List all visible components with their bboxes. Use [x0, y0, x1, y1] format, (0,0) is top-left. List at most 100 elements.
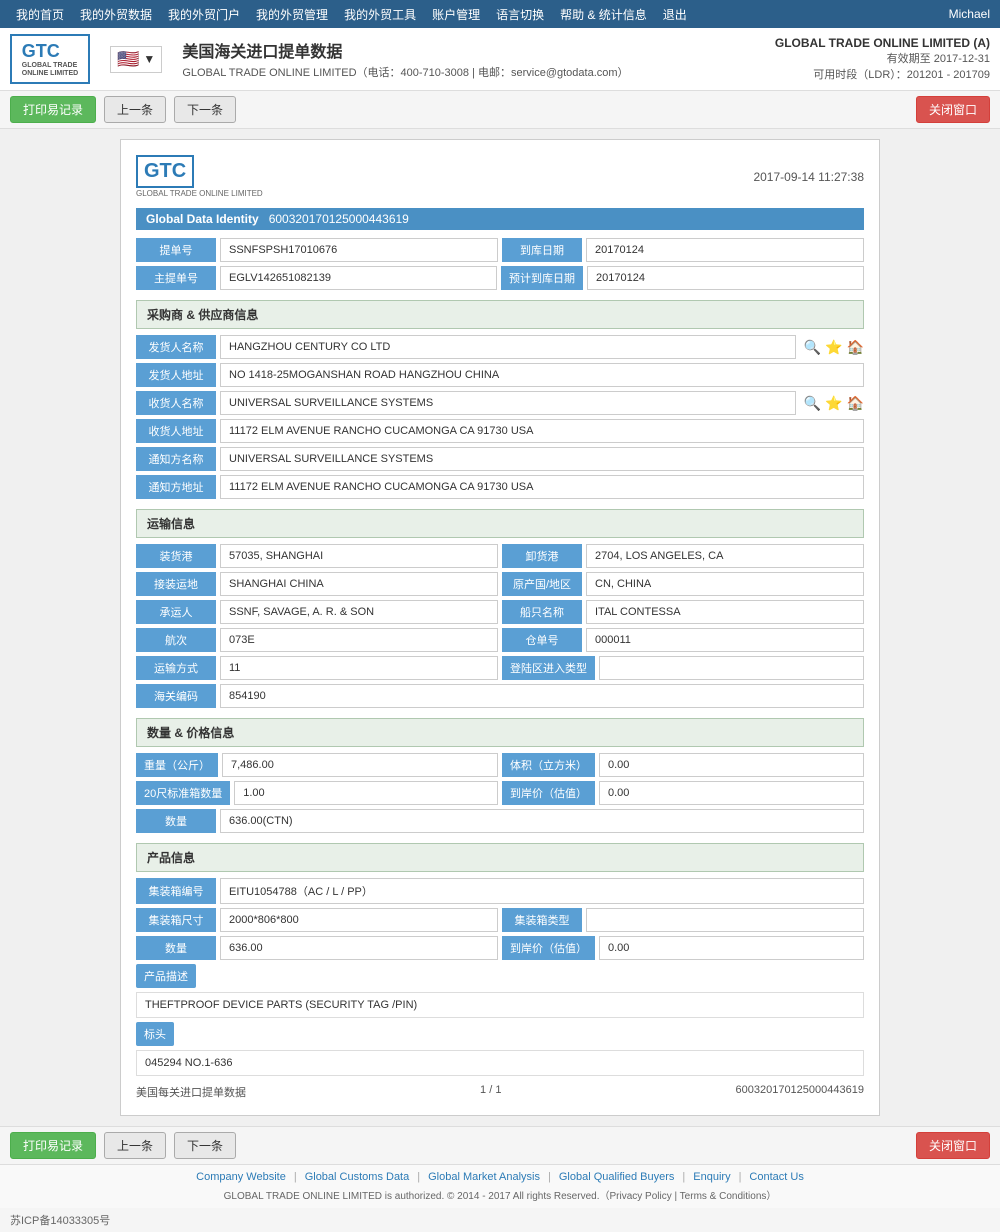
container-size-value: 2000*806*800: [220, 908, 498, 932]
nav-account[interactable]: 账户管理: [426, 2, 486, 27]
product-price-col: 到岸价（估值） 0.00: [502, 936, 864, 960]
gdi-label: Global Data Identity: [146, 212, 259, 226]
qp-row-1: 重量（公斤） 7,486.00 体积（立方米） 0.00: [136, 753, 864, 777]
loading-port-col: 装货港 57035, SHANGHAI: [136, 544, 498, 568]
company-name: GLOBAL TRADE ONLINE LIMITED (A): [775, 36, 990, 50]
close-button-bottom[interactable]: 关闭窗口: [916, 1132, 990, 1159]
warehouse-value: 000011: [586, 628, 864, 652]
transport-section-header: 运输信息: [136, 509, 864, 538]
star-icon[interactable]: ⭐: [825, 339, 842, 356]
shipper-name-value: HANGZHOU CENTURY CO LTD: [220, 335, 796, 359]
marks-label-row: 标头: [136, 1022, 864, 1046]
icp-info: 苏ICP备14033305号: [0, 1208, 1000, 1232]
nav-logout[interactable]: 退出: [657, 2, 693, 27]
customs-code-row: 海关编码 854190: [136, 684, 864, 708]
expiry-info: 有效期至 2017-12-31: [775, 50, 990, 66]
footer-copyright: GLOBAL TRADE ONLINE LIMITED is authorize…: [10, 1187, 990, 1202]
top-toolbar: 打印易记录 上一条 下一条 关闭窗口: [0, 91, 1000, 129]
dropdown-arrow-icon: ▼: [143, 52, 155, 66]
top-navigation: 我的首页 我的外贸数据 我的外贸门户 我的外贸管理 我的外贸工具 账户管理 语言…: [0, 0, 1000, 28]
nav-trade-portal[interactable]: 我的外贸门户: [162, 2, 246, 27]
next-button[interactable]: 下一条: [174, 96, 236, 123]
nav-trade-data[interactable]: 我的外贸数据: [74, 2, 158, 27]
origin-country-label: 原产国/地区: [502, 572, 582, 596]
company-logo: GTC GLOBAL TRADEONLINE LIMITED: [10, 34, 90, 84]
doc-logo-sub: GLOBAL TRADE ONLINE LIMITED: [136, 189, 263, 198]
footer-global-customs[interactable]: Global Customs Data: [305, 1171, 410, 1183]
quantity-label: 数量: [136, 809, 216, 833]
container-type-label: 集装箱类型: [502, 908, 582, 932]
volume-col: 体积（立方米） 0.00: [502, 753, 864, 777]
container-count-value: 1.00: [234, 781, 498, 805]
product-qty-col: 数量 636.00: [136, 936, 498, 960]
home-icon[interactable]: 🏠: [847, 339, 864, 356]
marks-value: 045294 NO.1-636: [136, 1050, 864, 1076]
volume-label: 体积（立方米）: [502, 753, 595, 777]
footer-contact-us[interactable]: Contact Us: [749, 1171, 803, 1183]
search-icon-2[interactable]: 🔍: [804, 395, 821, 412]
flag-icon: 🇺🇸: [117, 49, 139, 70]
star-icon-2[interactable]: ⭐: [825, 395, 842, 412]
next-button-bottom[interactable]: 下一条: [174, 1132, 236, 1159]
bottom-toolbar: 打印易记录 上一条 下一条 关闭窗口: [0, 1126, 1000, 1164]
product-qty-value: 636.00: [220, 936, 498, 960]
notify-name-row: 通知方名称 UNIVERSAL SURVEILLANCE SYSTEMS: [136, 447, 864, 471]
print-button-bottom[interactable]: 打印易记录: [10, 1132, 96, 1159]
transport-mode-label: 运输方式: [136, 656, 216, 680]
container-type-col: 集装箱类型: [502, 908, 864, 932]
nav-home[interactable]: 我的首页: [10, 2, 70, 27]
close-button[interactable]: 关闭窗口: [916, 96, 990, 123]
cif-col: 到岸价（估值） 0.00: [502, 781, 864, 805]
buyer-supplier-section-header: 采购商 & 供应商信息: [136, 300, 864, 329]
footer-enquiry[interactable]: Enquiry: [693, 1171, 730, 1183]
loading-port-label: 装货港: [136, 544, 216, 568]
home-icon-2[interactable]: 🏠: [847, 395, 864, 412]
footer-company-website[interactable]: Company Website: [196, 1171, 286, 1183]
carrier-value: SSNF, SAVAGE, A. R. & SON: [220, 600, 498, 624]
voyage-col: 航次 073E: [136, 628, 498, 652]
master-bill-row: 主提单号 EGLV142651082139 预计到库日期 20170124: [136, 266, 864, 290]
discharge-port-label: 卸货港: [502, 544, 582, 568]
nav-help[interactable]: 帮助 & 统计信息: [554, 2, 653, 27]
footer-global-market[interactable]: Global Market Analysis: [428, 1171, 540, 1183]
container-size-col: 集装箱尺寸 2000*806*800: [136, 908, 498, 932]
bill-number-value: SSNFSPSH17010676: [220, 238, 498, 262]
weight-label: 重量（公斤）: [136, 753, 218, 777]
notify-address-value: 11172 ELM AVENUE RANCHO CUCAMONGA CA 917…: [220, 475, 864, 499]
entry-type-col: 登陆区进入类型: [502, 656, 864, 680]
origin-country-col: 原产国/地区 CN, CHINA: [502, 572, 864, 596]
estimated-arrival-value: 20170124: [587, 266, 864, 290]
notify-address-label: 通知方地址: [136, 475, 216, 499]
nav-language[interactable]: 语言切换: [490, 2, 550, 27]
product-price-label: 到岸价（估值）: [502, 936, 595, 960]
footer-global-buyers[interactable]: Global Qualified Buyers: [559, 1171, 675, 1183]
flag-selector[interactable]: 🇺🇸 ▼: [110, 46, 162, 73]
qp-row-2: 20尺标准箱数量 1.00 到岸价（估值） 0.00: [136, 781, 864, 805]
entry-type-label: 登陆区进入类型: [502, 656, 595, 680]
voyage-value: 073E: [220, 628, 498, 652]
transport-row-5: 运输方式 11 登陆区进入类型: [136, 656, 864, 680]
print-button[interactable]: 打印易记录: [10, 96, 96, 123]
doc-timestamp: 2017-09-14 11:27:38: [753, 170, 864, 184]
vessel-col: 船只名称 ITAL CONTESSA: [502, 600, 864, 624]
nav-trade-mgmt[interactable]: 我的外贸管理: [250, 2, 334, 27]
consignee-address-value: 11172 ELM AVENUE RANCHO CUCAMONGA CA 917…: [220, 419, 864, 443]
username: Michael: [949, 7, 990, 21]
page-footer: Company Website | Global Customs Data | …: [0, 1164, 1000, 1208]
prev-button-bottom[interactable]: 上一条: [104, 1132, 166, 1159]
marks-label: 标头: [136, 1022, 174, 1046]
notify-address-row: 通知方地址 11172 ELM AVENUE RANCHO CUCAMONGA …: [136, 475, 864, 499]
vessel-value: ITAL CONTESSA: [586, 600, 864, 624]
nav-trade-tools[interactable]: 我的外贸工具: [338, 2, 422, 27]
volume-value: 0.00: [599, 753, 864, 777]
search-icon[interactable]: 🔍: [804, 339, 821, 356]
voyage-label: 航次: [136, 628, 216, 652]
warehouse-label: 仓单号: [502, 628, 582, 652]
prev-button[interactable]: 上一条: [104, 96, 166, 123]
shipper-address-value: NO 1418-25MOGANSHAN ROAD HANGZHOU CHINA: [220, 363, 864, 387]
transport-row-2: 接装运地 SHANGHAI CHINA 原产国/地区 CN, CHINA: [136, 572, 864, 596]
container-count-col: 20尺标准箱数量 1.00: [136, 781, 498, 805]
logo-area: GTC GLOBAL TRADEONLINE LIMITED 🇺🇸 ▼: [10, 34, 162, 84]
origin-country-value: CN, CHINA: [586, 572, 864, 596]
cif-label: 到岸价（估值）: [502, 781, 595, 805]
